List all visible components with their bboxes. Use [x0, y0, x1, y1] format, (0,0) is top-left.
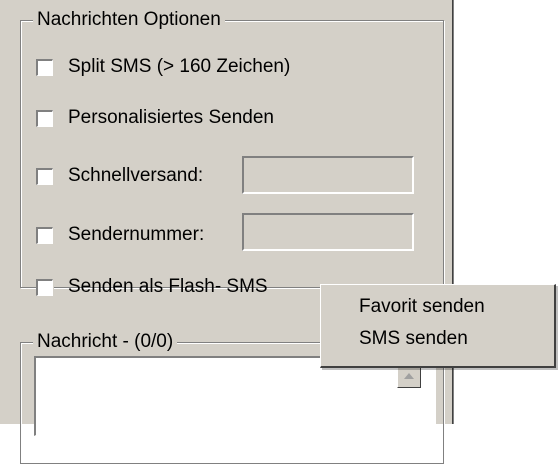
personalized-send-option[interactable]: Personalisiertes Senden: [36, 106, 274, 130]
arrow-up-icon: [404, 373, 414, 379]
split-sms-label: Split SMS (> 160 Zeichen): [68, 56, 291, 77]
menu-item-favorite-send[interactable]: Favorit senden: [359, 293, 485, 321]
sender-number-label: Sendernummer:: [68, 224, 205, 245]
sender-number-checkbox[interactable]: [36, 226, 53, 244]
menu-item-sms-send[interactable]: SMS senden: [359, 325, 468, 353]
split-sms-option[interactable]: Split SMS (> 160 Zeichen): [36, 55, 290, 79]
personalized-send-label: Personalisiertes Senden: [68, 107, 274, 128]
personalized-send-checkbox[interactable]: [36, 109, 53, 127]
fast-send-checkbox[interactable]: [36, 167, 53, 185]
sender-number-option[interactable]: Sendernummer:: [36, 223, 204, 247]
fast-send-label: Schnellversand:: [68, 165, 204, 186]
message-group-title: Nachricht - (0/0): [33, 331, 178, 353]
flash-sms-label: Senden als Flash- SMS: [68, 276, 268, 297]
flash-sms-option[interactable]: Senden als Flash- SMS: [36, 275, 268, 299]
flash-sms-checkbox[interactable]: [36, 278, 53, 296]
message-textarea[interactable]: [34, 356, 436, 436]
context-menu: Favorit senden SMS senden: [320, 284, 556, 368]
message-options-title: Nachrichten Optionen: [33, 9, 225, 31]
split-sms-checkbox[interactable]: [36, 58, 53, 76]
fast-send-field[interactable]: [242, 156, 414, 194]
sender-number-field[interactable]: [242, 213, 414, 251]
fast-send-option[interactable]: Schnellversand:: [36, 164, 203, 188]
